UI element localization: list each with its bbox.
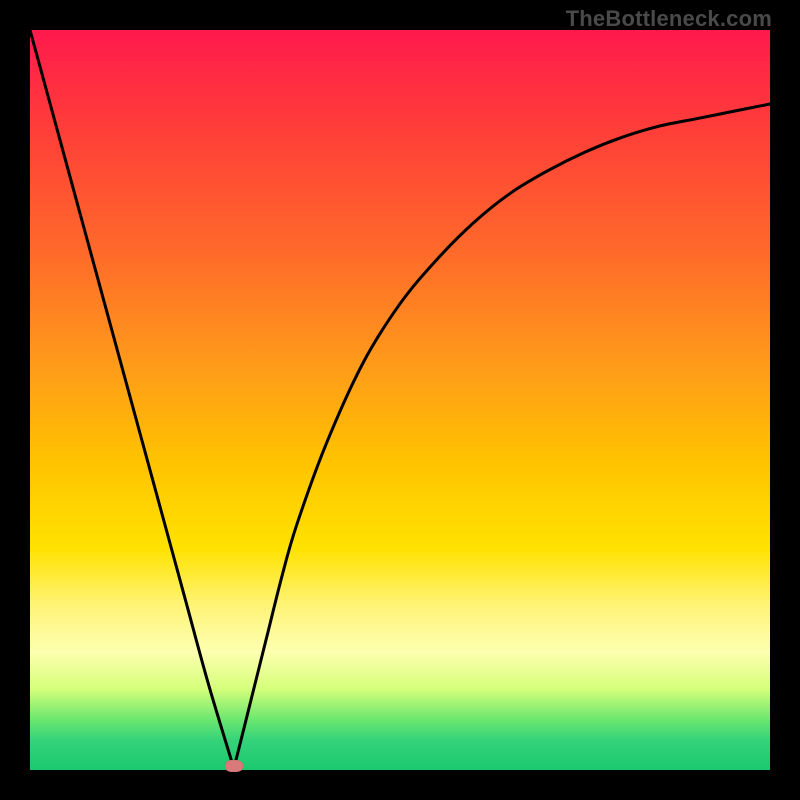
chart-frame: TheBottleneck.com: [0, 0, 800, 800]
bottleneck-curve: [30, 30, 770, 767]
curve-layer: [30, 30, 770, 770]
attribution-text: TheBottleneck.com: [566, 6, 772, 32]
plot-area: [30, 30, 770, 770]
optimum-point: [225, 760, 243, 772]
